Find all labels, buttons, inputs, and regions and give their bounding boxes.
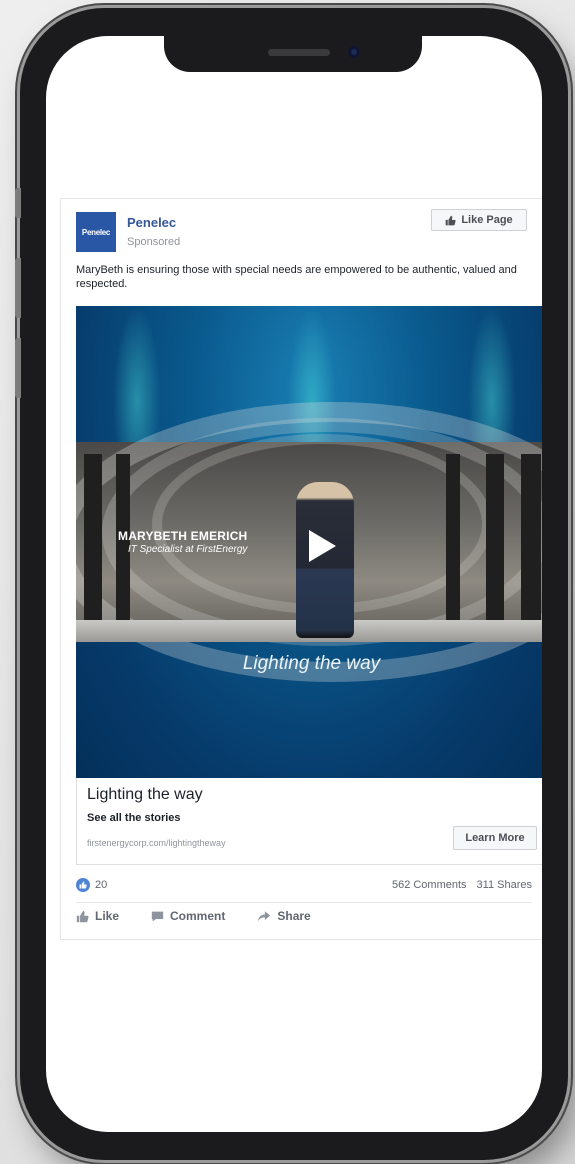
volume-up-button: [15, 258, 21, 318]
page-name-link[interactable]: Penelec: [127, 215, 176, 230]
like-reaction-icon: [76, 878, 90, 892]
share-count[interactable]: 311 Shares: [477, 879, 532, 891]
comment-label: Comment: [170, 909, 226, 923]
link-subtitle: See all the stories: [87, 812, 181, 824]
light-glow: [113, 306, 161, 442]
post-caption: MaryBeth is ensuring those with special …: [76, 264, 517, 290]
page-logo-text: Penelec: [81, 227, 111, 237]
comment-count[interactable]: 562 Comments: [392, 879, 467, 891]
volume-down-button: [15, 338, 21, 398]
reactions-summary[interactable]: 20: [76, 877, 107, 893]
mute-switch: [15, 188, 21, 218]
thumbs-up-icon: [446, 215, 456, 225]
link-title[interactable]: Lighting the way: [87, 786, 203, 804]
tunnel-pillar: [446, 454, 460, 642]
name-lower-third: MARYBETH EMERICH IT Specialist at FirstE…: [118, 529, 247, 555]
share-arrow-icon: [258, 910, 271, 922]
sponsored-label: Sponsored: [127, 236, 181, 248]
like-page-button[interactable]: Like Page: [431, 209, 527, 231]
speaker-grille: [268, 49, 330, 56]
tunnel-pillar: [84, 454, 102, 642]
like-count: 20: [95, 879, 108, 891]
phone-screen: Penelec Penelec Sponsored Like Page Mary…: [46, 36, 542, 1132]
learn-more-button[interactable]: Learn More: [453, 826, 537, 850]
share-label: Share: [277, 909, 311, 923]
share-button[interactable]: Share: [257, 909, 311, 923]
thumbs-up-icon: [76, 910, 89, 922]
sponsored-post: Penelec Penelec Sponsored Like Page Mary…: [60, 198, 542, 940]
like-button[interactable]: Like: [76, 909, 119, 923]
phone-frame: Penelec Penelec Sponsored Like Page Mary…: [15, 8, 568, 1160]
video-player[interactable]: MARYBETH EMERICH IT Specialist at FirstE…: [76, 306, 542, 778]
play-icon: [309, 530, 336, 562]
person-title: IT Specialist at FirstEnergy: [127, 544, 248, 555]
tunnel-pillar: [486, 454, 504, 642]
tunnel-pillar: [521, 454, 541, 642]
video-overlay-title: Lighting the way: [242, 653, 381, 674]
link-url: firstenergycorp.com/lightingtheway: [87, 838, 226, 848]
front-camera: [348, 46, 360, 58]
action-bar: Like Comment Share: [76, 909, 311, 923]
like-page-label: Like Page: [461, 214, 513, 226]
page-logo[interactable]: Penelec: [76, 212, 116, 252]
play-button[interactable]: [307, 529, 337, 563]
thumbs-up-icon: [79, 881, 87, 889]
divider: [76, 902, 532, 903]
engagement-counts: 562 Comments 311 Shares: [392, 879, 532, 891]
person-name: MARYBETH EMERICH: [118, 529, 248, 543]
like-label: Like: [95, 909, 120, 923]
notch: [164, 36, 422, 72]
comment-button[interactable]: Comment: [151, 909, 225, 923]
comment-icon: [151, 911, 164, 921]
link-preview[interactable]: Lighting the way See all the stories fir…: [76, 778, 542, 865]
